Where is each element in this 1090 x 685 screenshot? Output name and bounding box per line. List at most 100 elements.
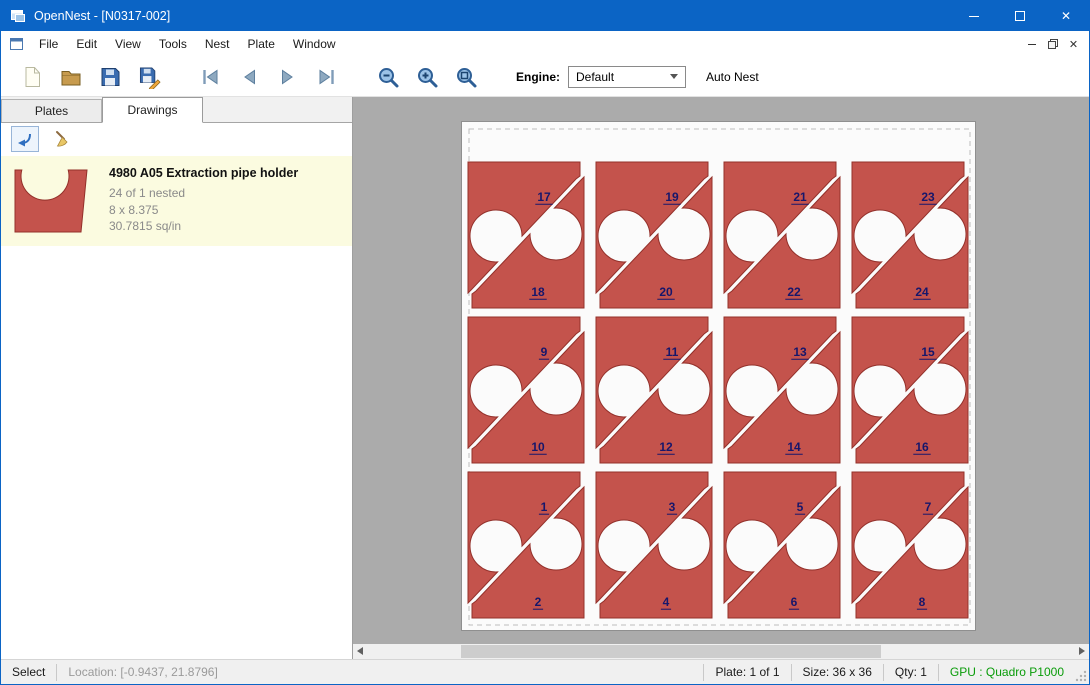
zoom-out-button[interactable]	[373, 62, 403, 92]
previous-arrow-icon	[237, 65, 261, 89]
part-number: 19	[665, 190, 679, 204]
first-plate-button[interactable]	[195, 62, 225, 92]
nested-pair: 12	[468, 472, 584, 618]
return-arrow-icon	[16, 130, 34, 148]
part-number: 15	[921, 345, 935, 359]
maximize-button[interactable]	[997, 1, 1043, 31]
save-icon	[98, 65, 122, 89]
menu-item-view[interactable]: View	[106, 32, 150, 56]
clean-button[interactable]	[53, 129, 73, 149]
status-bar: Select Location: [-0.9437, 21.8796] Plat…	[1, 659, 1089, 684]
nest-canvas[interactable]: 171819202122232491011121314151612345678	[353, 97, 1089, 659]
menu-item-tools[interactable]: Tools	[150, 32, 196, 56]
nested-pair: 56	[724, 472, 840, 618]
mdi-minimize-button[interactable]	[1021, 34, 1042, 54]
save-edit-button[interactable]	[134, 62, 164, 92]
part-number: 20	[659, 285, 673, 299]
status-plate: Plate: 1 of 1	[704, 665, 790, 679]
zoom-in-button[interactable]	[412, 62, 442, 92]
broom-icon	[53, 129, 73, 149]
drawings-panel: PlatesDrawings 4980 A05 Extraction pipe …	[1, 97, 353, 659]
nested-pair: 11 12	[596, 317, 712, 463]
new-button[interactable]	[17, 62, 47, 92]
part-number: 21	[793, 190, 807, 204]
part-number: 12	[659, 440, 673, 454]
nested-pair: 1314	[724, 317, 840, 463]
zoom-fit-button[interactable]	[451, 62, 481, 92]
nested-pair: 1718	[468, 162, 584, 308]
part-number: 8	[919, 595, 926, 609]
nested-pair: 23 24	[852, 162, 968, 308]
save-button[interactable]	[95, 62, 125, 92]
document-icon	[9, 37, 24, 52]
tab-plates[interactable]: Plates	[1, 99, 102, 122]
part-number: 1	[541, 500, 548, 514]
menu-item-edit[interactable]: Edit	[67, 32, 106, 56]
part-number: 3	[669, 500, 676, 514]
drawing-area: 30.7815 sq/in	[109, 218, 298, 235]
menu-bar: FileEditViewToolsNestPlateWindow ✕	[1, 31, 1089, 57]
nested-pair: 78	[852, 472, 968, 618]
part-number: 11	[666, 345, 679, 359]
part-number: 13	[793, 345, 807, 359]
part-number: 7	[925, 500, 932, 514]
close-button[interactable]: ✕	[1043, 1, 1089, 31]
resize-grip[interactable]	[1075, 670, 1087, 682]
part-number: 2	[535, 595, 542, 609]
last-plate-button[interactable]	[312, 62, 342, 92]
scroll-left-icon[interactable]	[357, 647, 363, 655]
part-number: 17	[537, 190, 551, 204]
status-gpu: GPU : Quadro P1000	[939, 665, 1075, 679]
app-icon	[10, 8, 26, 24]
part-number: 10	[531, 440, 545, 454]
part-number: 24	[915, 285, 929, 299]
menu-item-nest[interactable]: Nest	[196, 32, 239, 56]
engine-select[interactable]: Default	[568, 66, 686, 88]
engine-label: Engine:	[516, 70, 560, 84]
panel-tabs: PlatesDrawings	[1, 97, 352, 123]
part-number: 22	[787, 285, 801, 299]
title-bar[interactable]: OpenNest - [N0317-002] ✕	[1, 1, 1089, 31]
nest-svg: 171819202122232491011121314151612345678	[462, 122, 977, 632]
status-size: Size: 36 x 36	[792, 665, 883, 679]
part-number: 18	[531, 285, 545, 299]
scrollbar-thumb[interactable]	[461, 645, 881, 658]
return-part-button[interactable]	[11, 126, 39, 152]
drawing-nested-count: 24 of 1 nested	[109, 185, 298, 202]
menu-item-plate[interactable]: Plate	[239, 32, 284, 56]
drawings-toolbar	[1, 123, 352, 155]
part-number: 5	[797, 500, 804, 514]
tab-drawings[interactable]: Drawings	[102, 97, 203, 123]
save-edit-icon	[137, 65, 161, 89]
open-button[interactable]	[56, 62, 86, 92]
status-location: Location: [-0.9437, 21.8796]	[57, 665, 228, 679]
mdi-close-button[interactable]: ✕	[1063, 34, 1084, 54]
part-number: 9	[541, 345, 548, 359]
minimize-button[interactable]	[951, 1, 997, 31]
nested-pair: 1516	[852, 317, 968, 463]
nested-pair: 1920	[596, 162, 712, 308]
zoom-fit-icon	[454, 65, 478, 89]
next-plate-button[interactable]	[273, 62, 303, 92]
part-number: 6	[791, 595, 798, 609]
menu-items: FileEditViewToolsNestPlateWindow	[30, 32, 345, 56]
part-thumbnail	[11, 164, 95, 238]
nested-pair: 9 10	[468, 317, 584, 463]
drawing-list-item[interactable]: 4980 A05 Extraction pipe holder 24 of 1 …	[1, 156, 352, 246]
last-arrow-icon	[315, 65, 339, 89]
app-window: OpenNest - [N0317-002] ✕ FileEditViewToo…	[0, 0, 1090, 685]
previous-plate-button[interactable]	[234, 62, 264, 92]
part-number: 23	[921, 190, 935, 204]
scroll-right-icon[interactable]	[1079, 647, 1085, 655]
engine-value: Default	[576, 70, 614, 84]
plate: 171819202122232491011121314151612345678	[461, 121, 976, 631]
auto-nest-button[interactable]: Auto Nest	[706, 70, 759, 84]
mdi-restore-button[interactable]	[1042, 34, 1063, 54]
window-title: OpenNest - [N0317-002]	[34, 9, 170, 23]
menu-item-window[interactable]: Window	[284, 32, 345, 56]
horizontal-scrollbar[interactable]	[353, 644, 1089, 659]
menu-item-file[interactable]: File	[30, 32, 67, 56]
status-mode: Select	[1, 665, 56, 679]
part-number: 4	[663, 595, 670, 609]
part-number: 16	[915, 440, 929, 454]
